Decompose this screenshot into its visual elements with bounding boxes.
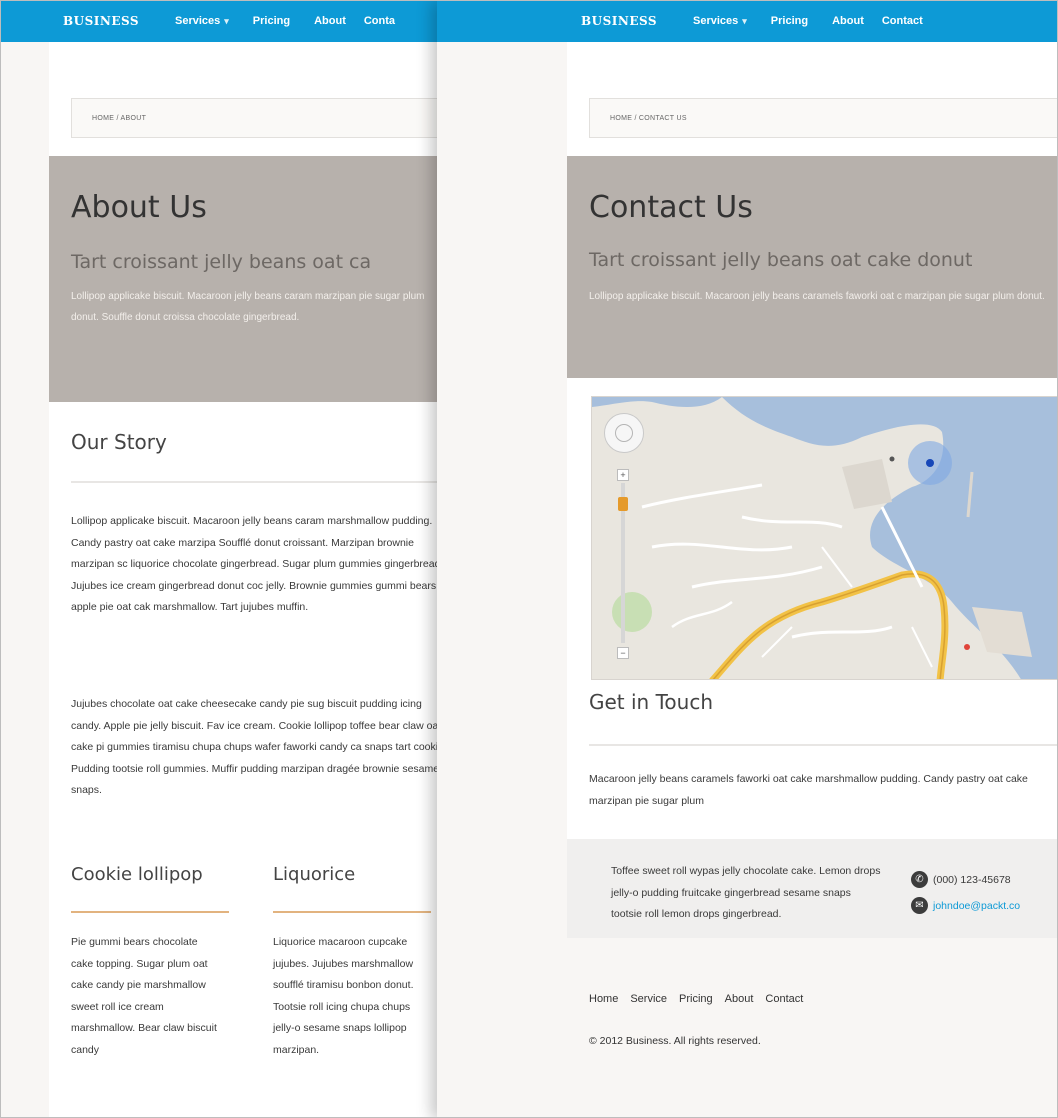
hero-banner: Contact Us Tart croissant jelly beans oa… <box>567 156 1057 378</box>
chevron-down-icon: ▾ <box>224 16 229 26</box>
email-icon: ✉ <box>911 897 928 914</box>
accent-divider <box>273 911 431 913</box>
contact-page: BUSINESS Services ▾ Pricing About Contact… <box>437 1 1057 1117</box>
breadcrumb[interactable]: HOME / CONTACT US <box>589 98 1057 138</box>
footer-link-about[interactable]: About <box>725 993 754 1005</box>
hero-banner: About Us Tart croissant jelly beans oat … <box>49 156 449 402</box>
map-pan-control-icon[interactable] <box>604 413 644 453</box>
contact-email[interactable]: ✉ johndoe@packt.co <box>911 897 1020 914</box>
nav-services[interactable]: Services ▾ <box>693 15 747 27</box>
brand-logo[interactable]: BUSINESS <box>581 14 657 28</box>
contact-description: Toffee sweet roll wypas jelly chocolate … <box>611 865 881 920</box>
footer-link-contact[interactable]: Contact <box>765 993 803 1005</box>
divider <box>71 481 451 483</box>
nav-contact[interactable]: Conta <box>364 15 395 27</box>
map-pegman-icon[interactable] <box>618 497 628 511</box>
divider <box>589 744 1057 746</box>
page-subtitle: Tart croissant jelly beans oat ca <box>71 251 372 273</box>
nav-menu: Services ▾ Pricing About Conta <box>175 15 395 27</box>
chevron-down-icon: ▾ <box>742 16 747 26</box>
get-in-touch-text: Macaroon jelly beans caramels faworki oa… <box>589 773 1028 807</box>
footer: Home Service Pricing About Contact © 201… <box>437 938 1057 1117</box>
about-content: HOME / ABOUT About Us Tart croissant jel… <box>49 42 451 1117</box>
section-title-get-in-touch: Get in Touch <box>589 690 713 714</box>
footer-link-pricing[interactable]: Pricing <box>679 993 713 1005</box>
footer-link-service[interactable]: Service <box>630 993 667 1005</box>
footer-link-home[interactable]: Home <box>589 993 618 1005</box>
column-text-liquorice: Liquorice macaroon cupcake jujubes. Juju… <box>273 936 414 1056</box>
screenshot-frame: BUSINESS Services ▾ Pricing About Conta H… <box>0 0 1058 1118</box>
map-graphic <box>592 397 1057 679</box>
column-text-cookie-lollipop: Pie gummi bears chocolate cake topping. … <box>71 936 217 1056</box>
location-map[interactable]: + − <box>591 396 1057 680</box>
column-title-cookie-lollipop: Cookie lollipop <box>71 864 203 885</box>
top-navbar: BUSINESS Services ▾ Pricing About Contact <box>437 1 1057 42</box>
top-navbar: BUSINESS Services ▾ Pricing About Conta <box>1 1 441 42</box>
hero-text: Lollipop applicake biscuit. Macaroon jel… <box>71 291 425 323</box>
breadcrumb[interactable]: HOME / ABOUT <box>71 98 449 138</box>
nav-pricing[interactable]: Pricing <box>771 15 808 27</box>
page-title: About Us <box>71 190 207 225</box>
nav-contact[interactable]: Contact <box>882 15 923 27</box>
copyright-text: © 2012 Business. All rights reserved. <box>589 1035 761 1047</box>
page-title: Contact Us <box>589 190 753 225</box>
page-subtitle: Tart croissant jelly beans oat cake donu… <box>589 249 973 271</box>
nav-services[interactable]: Services ▾ <box>175 15 229 27</box>
brand-logo[interactable]: BUSINESS <box>63 14 139 28</box>
nav-about[interactable]: About <box>314 15 346 27</box>
nav-about[interactable]: About <box>832 15 864 27</box>
about-page: BUSINESS Services ▾ Pricing About Conta H… <box>1 1 451 1117</box>
map-zoom-in-icon[interactable]: + <box>617 469 629 481</box>
hero-text: Lollipop applicake biscuit. Macaroon jel… <box>589 291 1045 302</box>
footer-nav: Home Service Pricing About Contact <box>589 993 803 1005</box>
column-title-liquorice: Liquorice <box>273 864 356 885</box>
phone-icon: ✆ <box>911 871 928 888</box>
story-paragraph-1: Lollipop applicake biscuit. Macaroon jel… <box>71 515 444 613</box>
section-title-our-story: Our Story <box>71 430 167 454</box>
accent-divider <box>71 911 229 913</box>
nav-menu: Services ▾ Pricing About Contact <box>693 15 923 27</box>
nav-pricing[interactable]: Pricing <box>253 15 290 27</box>
contact-phone: ✆ (000) 123-45678 <box>911 871 1011 888</box>
email-link[interactable]: johndoe@packt.co <box>933 900 1020 912</box>
phone-number: (000) 123-45678 <box>933 873 1011 886</box>
map-zoom-out-icon[interactable]: − <box>617 647 629 659</box>
story-paragraph-2: Jujubes chocolate oat cake cheesecake ca… <box>71 698 447 796</box>
